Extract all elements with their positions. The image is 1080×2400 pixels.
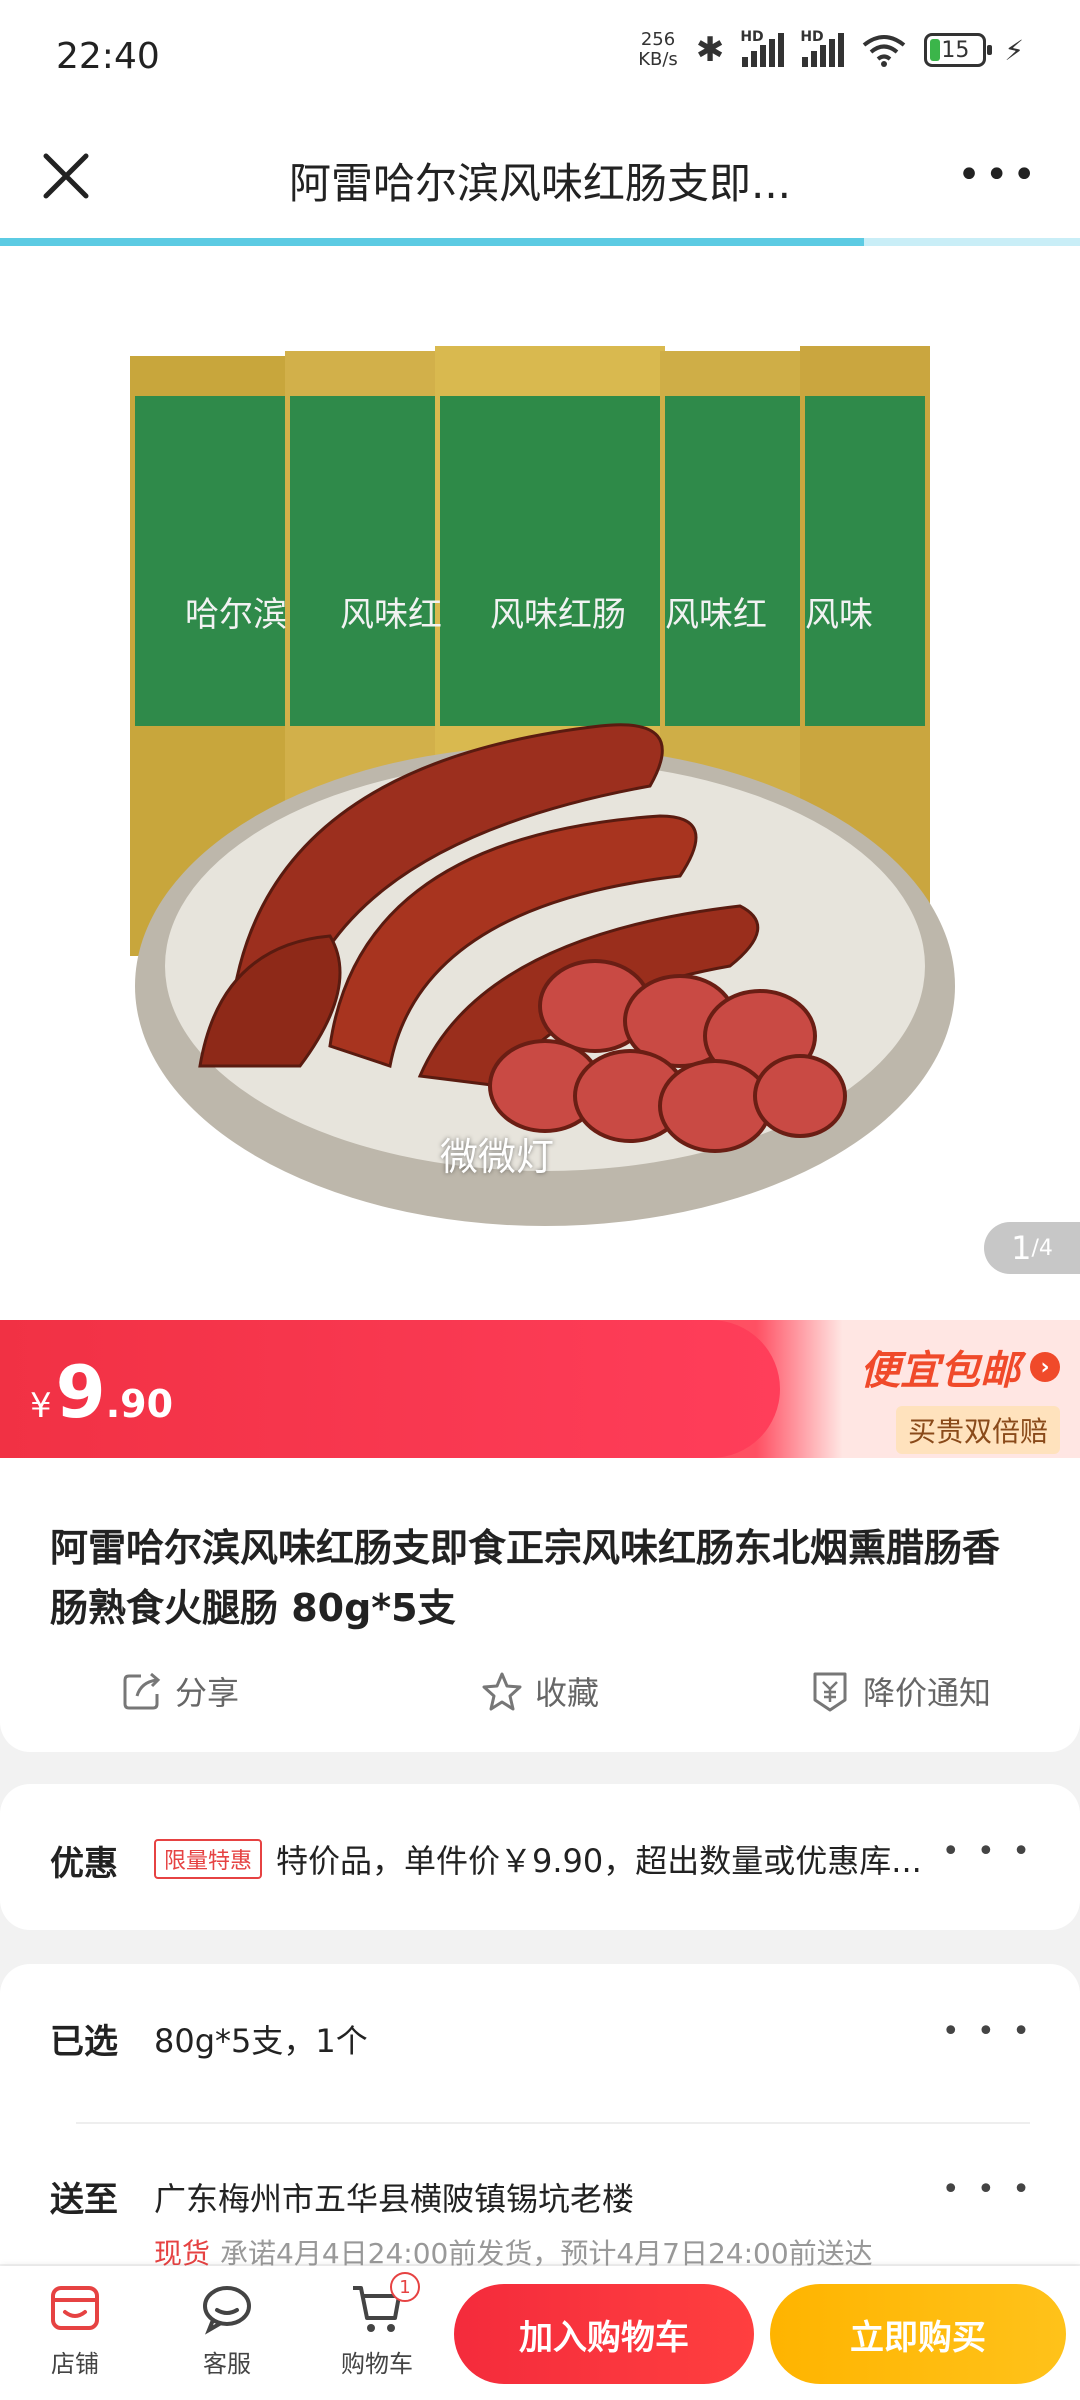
- price: ¥ 9 .90: [30, 1350, 174, 1434]
- svg-text:哈尔滨: 哈尔滨: [185, 596, 287, 634]
- charging-icon: ⚡: [1004, 33, 1024, 67]
- signal-icon-2: HD: [800, 29, 845, 67]
- gallery-progress: [0, 238, 1080, 246]
- battery-icon: 15: [924, 33, 993, 67]
- bottom-action-bar: 店铺 客服 1 购物车 加入购物车 立即购买: [0, 2266, 1080, 2400]
- selected-label: 已选: [50, 2022, 118, 2062]
- product-info-card: 阿雷哈尔滨风味红肠支即食正宗风味红肠东北烟熏腊肠香肠熟食火腿肠 80g*5支 分…: [0, 1458, 1080, 1752]
- price-tag-icon: [813, 1672, 847, 1712]
- image-counter: 1/4: [984, 1222, 1080, 1274]
- shop-button[interactable]: 店铺: [20, 2280, 130, 2379]
- ship-address: 广东梅州市五华县横陂镇锡坑老楼: [154, 2180, 635, 2218]
- network-speed: 256 KB/s: [638, 29, 678, 70]
- page-title: 阿雷哈尔滨风味红肠支即...: [288, 159, 792, 208]
- price-banner: ¥ 9 .90 便宜包邮 › 买贵双倍赔: [0, 1320, 1080, 1458]
- divider: [76, 2122, 1030, 2124]
- image-watermark: 微微灯: [440, 1135, 555, 1179]
- ship-to-label: 送至: [50, 2180, 118, 2220]
- status-time: 22:40: [56, 36, 160, 77]
- discount-label: 优惠: [50, 1844, 118, 1884]
- price-alert-button[interactable]: 降价通知: [720, 1668, 1080, 1714]
- product-image[interactable]: 哈尔滨 风味红 风味红肠 风味红 风味 微微灯 1 /4: [0, 246, 1080, 1320]
- selected-value: 80g*5支，1个: [154, 2022, 368, 2060]
- wifi-icon: [863, 35, 906, 67]
- svg-text:风味红: 风味红: [340, 596, 442, 634]
- product-title: 阿雷哈尔滨风味红肠支即食正宗风味红肠东北烟熏腊肠香肠熟食火腿肠 80g*5支: [50, 1526, 1001, 1630]
- more-dots-icon[interactable]: • • •: [942, 2014, 1034, 2049]
- more-dots-icon[interactable]: • • •: [942, 2172, 1034, 2207]
- nav-bar: 阿雷哈尔滨风味红肠支即... •••: [0, 120, 1080, 240]
- cart-button[interactable]: 1 购物车: [322, 2272, 432, 2379]
- svg-text:风味红: 风味红: [665, 596, 767, 634]
- status-icons: 256 KB/s ✱ HD HD 15 ⚡: [638, 29, 1024, 70]
- price-guarantee-badge: 买贵双倍赔: [895, 1406, 1060, 1454]
- price-area: ¥ 9 .90: [0, 1320, 780, 1458]
- discount-detail: 限量特惠 特价品，单件价￥9.90，超出数量或优惠库...: [154, 1836, 970, 1882]
- add-to-cart-button[interactable]: 加入购物车: [454, 2284, 754, 2384]
- shop-icon: [51, 2286, 99, 2330]
- close-icon[interactable]: [36, 146, 96, 206]
- share-button[interactable]: 分享: [0, 1668, 360, 1714]
- favorite-button[interactable]: 收藏: [360, 1668, 720, 1714]
- gallery-progress-fill: [0, 238, 864, 246]
- free-shipping-promo[interactable]: 便宜包邮 › 买贵双倍赔: [860, 1338, 1060, 1454]
- buy-now-button[interactable]: 立即购买: [770, 2284, 1066, 2384]
- signal-icon: HD: [740, 29, 785, 67]
- svg-text:风味红肠: 风味红肠: [490, 596, 626, 634]
- limited-offer-tag: 限量特惠: [154, 1839, 263, 1879]
- svg-text:风味: 风味: [805, 596, 873, 634]
- star-icon: [482, 1672, 522, 1711]
- more-icon[interactable]: •••: [957, 155, 1040, 195]
- share-icon: [123, 1672, 161, 1710]
- discount-row[interactable]: 优惠 限量特惠 特价品，单件价￥9.90，超出数量或优惠库... • • •: [0, 1784, 1080, 1930]
- more-dots-icon[interactable]: • • •: [942, 1834, 1034, 1869]
- product-actions: 分享 收藏 降价通知: [0, 1668, 1080, 1714]
- bluetooth-icon: ✱: [695, 30, 725, 70]
- chat-icon: [203, 2286, 251, 2335]
- promo-main: 便宜包邮 ›: [860, 1338, 1060, 1396]
- chevron-right-icon: ›: [1030, 1352, 1060, 1382]
- cart-count-badge: 1: [390, 2272, 420, 2302]
- selection-card: 已选 80g*5支，1个 • • • 送至 广东梅州市五华县横陂镇锡坑老楼 • …: [0, 1964, 1080, 2270]
- customer-service-button[interactable]: 客服: [172, 2280, 282, 2379]
- status-bar: 22:40 256 KB/s ✱ HD HD 15 ⚡: [0, 0, 1080, 120]
